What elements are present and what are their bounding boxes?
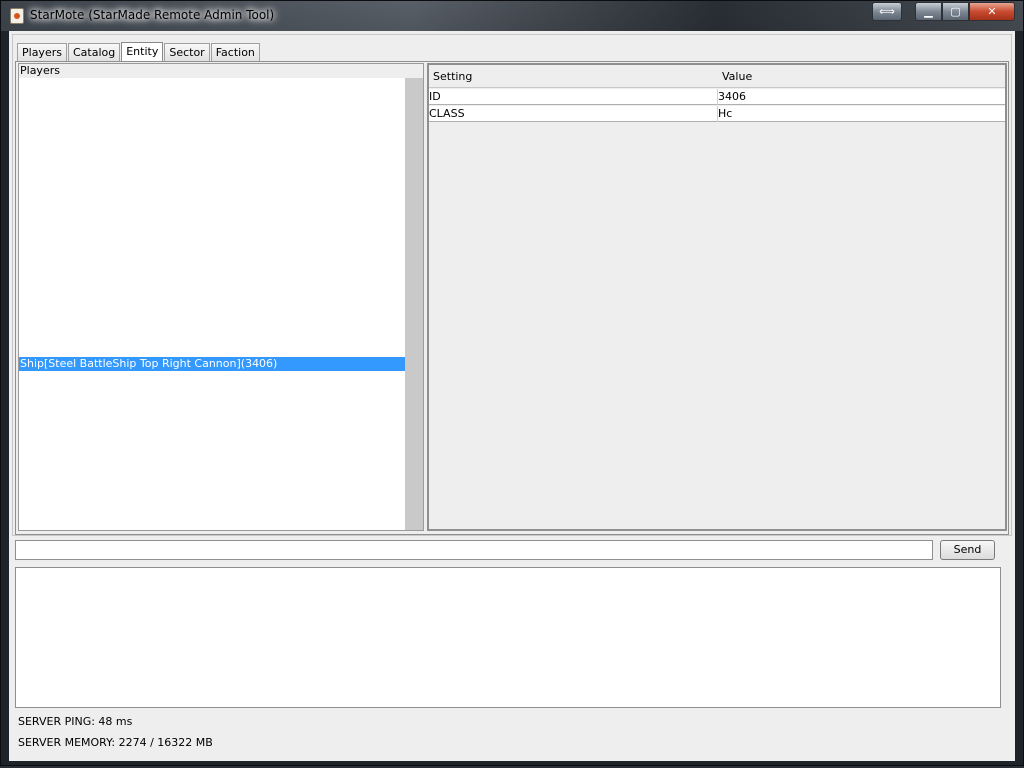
entity-tab-panel: Players Ship[Steel BattleShip Top Right … xyxy=(15,61,1009,535)
tab-entity[interactable]: Entity xyxy=(121,42,164,62)
maximize-button[interactable]: ▢ xyxy=(942,2,969,21)
tab-faction[interactable]: Faction xyxy=(210,43,260,61)
vertical-scrollbar[interactable] xyxy=(405,78,423,530)
setting-cell[interactable]: CLASS xyxy=(429,106,718,122)
title-bar[interactable]: StarMote (StarMade Remote Admin Tool) ⟺ … xyxy=(1,1,1023,31)
tab-sector[interactable]: Sector xyxy=(164,43,210,61)
value-cell[interactable]: Hc xyxy=(718,106,1005,122)
console-log[interactable] xyxy=(15,567,1001,708)
value-cell[interactable]: 3406 xyxy=(718,89,1005,105)
properties-table: Setting Value ID 3406 CLASS Hc xyxy=(427,63,1007,531)
server-ping-status: SERVER PING: 48 ms xyxy=(18,715,133,728)
send-button[interactable]: Send xyxy=(940,540,995,560)
table-row[interactable]: CLASS Hc xyxy=(429,106,1005,122)
list-item[interactable]: Ship[Steel BattleShip Top Right Cannon](… xyxy=(19,357,405,371)
tab-bar: Players Catalog Entity Sector Faction xyxy=(17,40,261,62)
command-input[interactable] xyxy=(15,540,933,560)
java-app-icon xyxy=(10,8,24,24)
setting-cell[interactable]: ID xyxy=(429,89,718,105)
column-header-setting[interactable]: Setting xyxy=(429,65,718,88)
app-window: StarMote (StarMade Remote Admin Tool) ⟺ … xyxy=(0,0,1024,766)
close-button[interactable]: ✕ xyxy=(969,2,1015,21)
entity-list-body[interactable]: Ship[Steel BattleShip Top Right Cannon](… xyxy=(19,78,405,530)
entity-list: Players Ship[Steel BattleShip Top Right … xyxy=(18,63,424,531)
table-row[interactable]: ID 3406 xyxy=(429,89,1005,105)
tab-catalog[interactable]: Catalog xyxy=(67,43,121,61)
table-header: Setting Value xyxy=(429,65,1005,88)
server-memory-status: SERVER MEMORY: 2274 / 16322 MB xyxy=(18,736,213,749)
entity-list-header: Players xyxy=(19,64,423,78)
tab-players[interactable]: Players xyxy=(17,43,67,61)
client-area: Players Catalog Entity Sector Faction Pl… xyxy=(9,31,1015,761)
minimize-button[interactable]: ▁ xyxy=(915,2,942,21)
window-title: StarMote (StarMade Remote Admin Tool) xyxy=(30,8,275,22)
resize-icon[interactable]: ⟺ xyxy=(872,2,902,21)
column-header-value[interactable]: Value xyxy=(718,65,1005,88)
